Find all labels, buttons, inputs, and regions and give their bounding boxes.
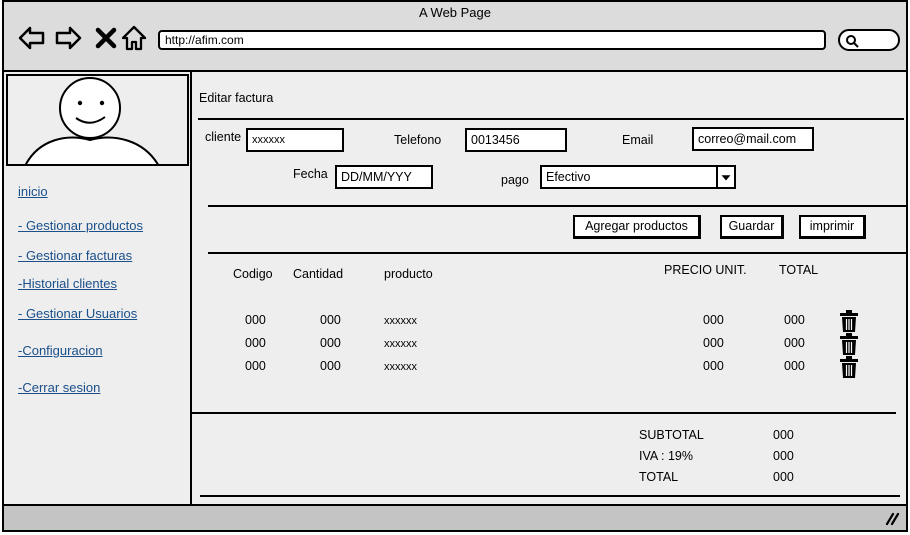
sidebar-item-gestionar-facturas[interactable]: - Gestionar facturas bbox=[18, 248, 132, 263]
row-codigo: 000 bbox=[245, 336, 266, 350]
divider bbox=[190, 412, 896, 414]
divider bbox=[208, 252, 906, 254]
trash-icon[interactable] bbox=[839, 356, 859, 378]
trash-icon[interactable] bbox=[839, 333, 859, 355]
pago-select[interactable]: Efectivo bbox=[540, 165, 736, 189]
row-producto: xxxxxx bbox=[384, 361, 417, 373]
email-label: Email bbox=[622, 133, 654, 147]
cliente-input[interactable]: xxxxxx bbox=[246, 128, 344, 152]
header-producto: producto bbox=[384, 267, 433, 281]
status-bar bbox=[4, 504, 906, 530]
guardar-button[interactable]: Guardar bbox=[720, 215, 784, 239]
telefono-input[interactable]: 0013456 bbox=[465, 128, 567, 152]
sidebar-item-gestionar-productos[interactable]: - Gestionar productos bbox=[18, 218, 143, 233]
sidebar-item-gestionar-usuarios[interactable]: - Gestionar Usuarios bbox=[18, 306, 137, 321]
agregar-productos-button[interactable]: Agregar productos bbox=[573, 215, 701, 239]
window-title: A Web Page bbox=[418, 5, 492, 20]
sidebar-item-historial-clientes[interactable]: -Historial clientes bbox=[18, 276, 117, 291]
row-producto: xxxxxx bbox=[384, 338, 417, 350]
iva-label: IVA : 19% bbox=[639, 449, 693, 463]
row-cantidad: 000 bbox=[320, 359, 341, 373]
row-precio: 000 bbox=[703, 359, 724, 373]
forward-icon[interactable] bbox=[54, 24, 82, 52]
page-title: Editar factura bbox=[199, 91, 274, 105]
total-label: TOTAL bbox=[639, 470, 679, 484]
back-icon[interactable] bbox=[18, 24, 46, 52]
home-icon[interactable] bbox=[120, 24, 148, 52]
browser-window: A Web Page http://afim.com inicio - Gest… bbox=[2, 0, 908, 532]
pago-select-value: Efectivo bbox=[546, 170, 591, 184]
email-input[interactable]: correo@mail.com bbox=[692, 127, 814, 151]
chevron-down-icon bbox=[716, 167, 734, 187]
row-cantidad: 000 bbox=[320, 336, 341, 350]
avatar bbox=[6, 74, 189, 166]
divider bbox=[208, 205, 906, 207]
search-icon bbox=[846, 35, 859, 48]
trash-icon[interactable] bbox=[839, 310, 859, 332]
row-total: 000 bbox=[784, 336, 805, 350]
divider bbox=[198, 118, 904, 120]
main-content: Editar factura cliente xxxxxx Telefono 0… bbox=[190, 72, 906, 504]
row-codigo: 000 bbox=[245, 313, 266, 327]
address-bar[interactable]: http://afim.com bbox=[158, 30, 826, 50]
telefono-label: Telefono bbox=[394, 133, 442, 147]
row-total: 000 bbox=[784, 359, 805, 373]
row-codigo: 000 bbox=[245, 359, 266, 373]
search-button[interactable] bbox=[838, 29, 900, 51]
cliente-label: cliente bbox=[205, 130, 242, 144]
iva-value: 000 bbox=[773, 449, 794, 463]
subtotal-label: SUBTOTAL bbox=[639, 428, 704, 442]
close-icon[interactable] bbox=[92, 24, 120, 52]
header-precio-unit: PRECIO UNIT. bbox=[664, 263, 747, 277]
row-precio: 000 bbox=[703, 336, 724, 350]
row-precio: 000 bbox=[703, 313, 724, 327]
fecha-input[interactable]: DD/MM/YYY bbox=[335, 165, 433, 189]
total-value: 000 bbox=[773, 470, 794, 484]
browser-titlebar: A Web Page http://afim.com bbox=[4, 2, 906, 72]
sidebar-item-inicio[interactable]: inicio bbox=[18, 184, 48, 199]
divider bbox=[200, 495, 900, 497]
header-codigo: Codigo bbox=[233, 267, 273, 281]
fecha-label: Fecha bbox=[293, 167, 328, 181]
row-cantidad: 000 bbox=[320, 313, 341, 327]
user-avatar-icon bbox=[25, 77, 159, 164]
resize-icon[interactable] bbox=[884, 510, 900, 526]
subtotal-value: 000 bbox=[773, 428, 794, 442]
row-producto: xxxxxx bbox=[384, 315, 417, 327]
imprimir-button[interactable]: imprimir bbox=[799, 215, 866, 239]
sidebar: inicio - Gestionar productos - Gestionar… bbox=[4, 72, 192, 504]
row-total: 000 bbox=[784, 313, 805, 327]
header-total: TOTAL bbox=[779, 263, 819, 277]
header-cantidad: Cantidad bbox=[293, 267, 344, 281]
sidebar-item-cerrar-sesion[interactable]: -Cerrar sesion bbox=[18, 380, 100, 395]
sidebar-item-configuracion[interactable]: -Configuracion bbox=[18, 343, 103, 358]
pago-label: pago bbox=[501, 173, 529, 187]
